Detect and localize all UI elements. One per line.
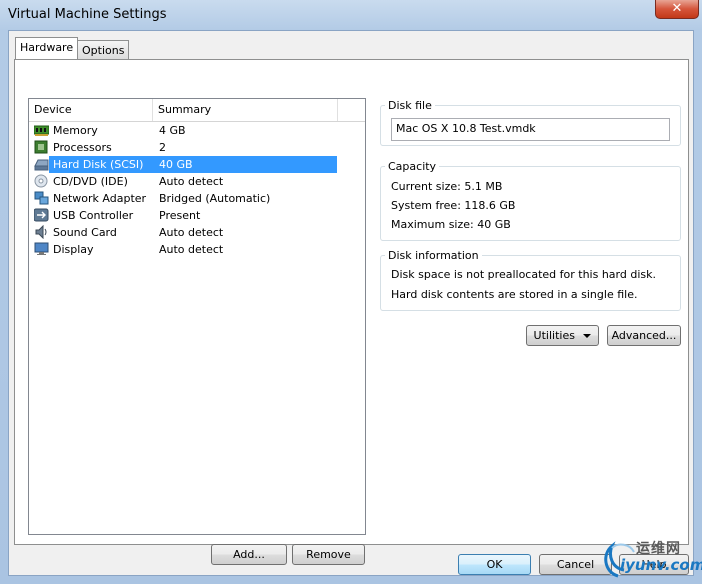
system-free-text: System free: 118.6 GB [391, 199, 516, 212]
hard-disk-icon [34, 157, 49, 171]
column-header-summary[interactable]: Summary [153, 99, 338, 121]
watermark-text-url: iyunv.com [620, 556, 702, 574]
disk-information-label: Disk information [385, 249, 482, 262]
device-row-cd-dvd[interactable]: CD/DVD (IDE) Auto detect [29, 173, 365, 190]
device-name: Display [53, 243, 94, 256]
device-name: Sound Card [53, 226, 117, 239]
tab-options[interactable]: Options [77, 40, 130, 59]
watermark-logo: 运维网 iyunv.com [598, 536, 702, 580]
device-row-network-adapter[interactable]: Network Adapter Bridged (Automatic) [29, 190, 365, 207]
add-button[interactable]: Add... [211, 544, 287, 565]
device-summary: Present [159, 209, 201, 222]
chevron-down-icon [583, 334, 592, 338]
device-row-hard-disk[interactable]: Hard Disk (SCSI) 40 GB [29, 156, 365, 173]
tab-hardware-label: Hardware [20, 41, 74, 54]
device-row-usb-controller[interactable]: USB Controller Present [29, 207, 365, 224]
disk-info-line-1: Disk space is not preallocated for this … [391, 268, 656, 281]
ok-button[interactable]: OK [458, 554, 531, 575]
device-row-display[interactable]: Display Auto detect [29, 241, 365, 258]
watermark-text-cn: 运维网 [636, 541, 681, 557]
device-row-memory[interactable]: Memory 4 GB [29, 122, 365, 139]
device-name: Network Adapter [53, 192, 147, 205]
tab-hardware[interactable]: Hardware [15, 37, 79, 59]
disk-information-group: Disk information Disk space is not preal… [380, 249, 681, 311]
list-header: Device Summary [29, 99, 365, 122]
device-row-processors[interactable]: Processors 2 [29, 139, 365, 156]
dialog-client: Hardware Options Device Summary Memory 4… [8, 30, 694, 576]
advanced-button[interactable]: Advanced... [607, 325, 681, 346]
utilities-button[interactable]: Utilities [526, 325, 599, 346]
column-header-device[interactable]: Device [29, 99, 153, 121]
capacity-label: Capacity [385, 160, 440, 173]
device-name: Memory [53, 124, 98, 137]
memory-icon [33, 123, 50, 137]
disk-file-group: Disk file Mac OS X 10.8 Test.vmdk [380, 99, 681, 146]
current-size-text: Current size: 5.1 MB [391, 180, 503, 193]
capacity-group: Capacity Current size: 5.1 MB System fre… [380, 160, 681, 241]
device-name: Hard Disk (SCSI) [51, 158, 146, 172]
disk-file-label: Disk file [385, 99, 435, 112]
device-summary: Bridged (Automatic) [159, 192, 271, 205]
hardware-panel: Device Summary Memory 4 GB Processors 2 [14, 59, 689, 565]
cd-dvd-icon [34, 174, 49, 188]
title-bar[interactable]: Virtual Machine Settings ✕ [0, 0, 702, 30]
device-summary: Auto detect [159, 226, 224, 239]
device-name: Processors [53, 141, 112, 154]
device-summary: 40 GB [159, 158, 193, 171]
device-summary: 4 GB [159, 124, 186, 137]
device-summary: Auto detect [159, 243, 224, 256]
device-name: CD/DVD (IDE) [53, 175, 128, 188]
close-button[interactable]: ✕ [655, 0, 699, 19]
remove-button[interactable]: Remove [292, 544, 365, 565]
close-icon: ✕ [671, 1, 683, 16]
device-name: USB Controller [53, 209, 134, 222]
utilities-label: Utilities [533, 329, 575, 342]
processor-icon [34, 140, 49, 154]
disk-file-field[interactable]: Mac OS X 10.8 Test.vmdk [391, 118, 670, 141]
usb-icon [33, 208, 49, 222]
window: Virtual Machine Settings ✕ Hardware Opti… [0, 0, 702, 584]
window-title: Virtual Machine Settings [8, 7, 167, 22]
maximum-size-text: Maximum size: 40 GB [391, 218, 511, 231]
device-list[interactable]: Device Summary Memory 4 GB Processors 2 [28, 98, 366, 535]
network-adapter-icon [34, 191, 49, 205]
device-row-sound-card[interactable]: Sound Card Auto detect [29, 224, 365, 241]
device-summary: 2 [159, 141, 166, 154]
sound-card-icon [34, 224, 49, 240]
tab-options-label: Options [82, 44, 125, 57]
device-summary: Auto detect [159, 175, 224, 188]
disk-info-line-2: Hard disk contents are stored in a singl… [391, 288, 638, 301]
display-icon [34, 242, 49, 256]
